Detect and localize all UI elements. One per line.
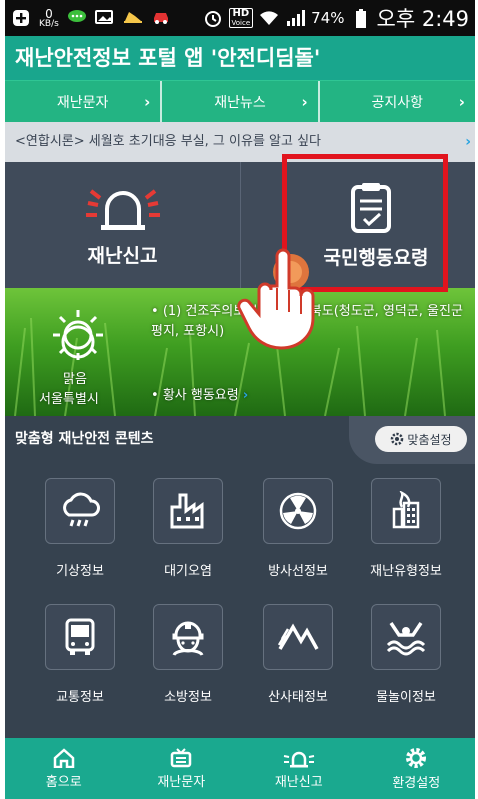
air-pollution-item[interactable]: 대기오염	[133, 478, 243, 579]
tab-label: 공지사항	[371, 94, 424, 111]
nav-label: 환경설정	[392, 775, 441, 791]
voice-label: Voice	[231, 19, 251, 27]
item-label: 교통정보	[56, 690, 104, 705]
status-bar: 0 KB/s HD Voice 74% 오후 2:49	[5, 0, 475, 36]
tab-disaster-messages[interactable]: 재난문자 ›	[5, 81, 163, 122]
tv-icon	[171, 747, 192, 767]
tab-label: 재난문자	[56, 94, 109, 111]
custom-setting-label: 맞춤설정	[407, 432, 452, 447]
chevron-right-icon: ›	[242, 388, 249, 403]
tile	[263, 478, 333, 544]
chevron-right-icon: ›	[458, 92, 465, 111]
disaster-report-label: 재난신고	[87, 244, 158, 267]
phone-screen: 0 KB/s HD Voice 74% 오후 2:49 재난안전정보 포털 앱 …	[5, 0, 475, 799]
siren-icon	[85, 188, 160, 230]
plus-icon	[11, 9, 31, 27]
chevron-right-icon: ›	[465, 134, 471, 150]
tile	[263, 604, 333, 670]
landslide-icon	[277, 623, 319, 650]
custom-setting-button[interactable]: 맞춤설정	[375, 426, 467, 452]
top-nav: 재난문자 › 재난뉴스 › 공지사항 ›	[5, 80, 475, 122]
item-label: 방사선정보	[268, 564, 328, 579]
chevron-right-icon: ›	[144, 92, 151, 111]
weather-condition: 맑음	[63, 372, 87, 387]
item-label: 대기오염	[164, 564, 212, 579]
ticker-text: <연합시론> 세월호 초기대응 부실, 그 이유를 알고 싶다	[15, 134, 322, 149]
speed-value: 0	[45, 6, 53, 21]
chevron-right-icon: ›	[301, 92, 308, 111]
bottom-nav: 홈으로 재난문자 재난신고 환경설정	[5, 738, 475, 799]
alarm-icon	[203, 9, 223, 27]
gallery-icon	[94, 9, 115, 27]
disaster-report-button[interactable]: 재난신고	[5, 162, 240, 288]
sun-icon	[53, 310, 103, 360]
tab-disaster-news[interactable]: 재난뉴스 ›	[162, 81, 320, 122]
tab-label: 재난뉴스	[214, 94, 266, 111]
clock: 오후 2:49	[376, 7, 469, 31]
nav-home[interactable]: 홈으로	[5, 738, 123, 799]
custom-contents-title: 맞춤형 재난안전 콘텐츠	[15, 431, 154, 447]
weather-city: 서울특별시	[39, 392, 99, 407]
chat-icon	[67, 9, 87, 27]
home-icon	[53, 747, 74, 768]
hat-icon	[123, 9, 143, 27]
battery-percent: 74%	[311, 9, 345, 27]
nav-label: 재난신고	[274, 774, 323, 790]
item-label: 소방정보	[164, 690, 212, 705]
tile	[45, 478, 115, 544]
item-label: 산사태정보	[268, 690, 328, 705]
app-title: 재난안전정보 포털 앱 '안전디딤돌'	[5, 36, 475, 80]
speed-unit: KB/s	[39, 18, 59, 29]
signal-icon	[285, 9, 306, 27]
fire-info-item[interactable]: 소방정보	[133, 604, 243, 705]
tile	[45, 604, 115, 670]
tap-hand-icon	[237, 248, 315, 350]
factory-icon	[170, 493, 204, 529]
custom-contents: 맞춤형 재난안전 콘텐츠 맞춤설정 기상정보 대기오염 방사선정보 재난유형정보…	[5, 416, 475, 738]
tile	[371, 604, 441, 670]
bus-icon	[65, 618, 95, 655]
dust-guide-link[interactable]: • 황사 행동요령 ›	[151, 384, 248, 403]
bullet: •	[151, 304, 159, 319]
radiation-icon	[279, 492, 317, 530]
weather-info-item[interactable]: 기상정보	[25, 478, 135, 579]
radiation-info-item[interactable]: 방사선정보	[243, 478, 353, 579]
gear-icon	[406, 747, 427, 768]
nav-disaster-messages[interactable]: 재난문자	[123, 738, 241, 799]
tile	[153, 604, 223, 670]
item-label: 물놀이정보	[376, 690, 436, 705]
weather-icon	[63, 492, 100, 527]
tile	[371, 478, 441, 544]
network-speed: 0 KB/s	[39, 8, 59, 29]
water-play-item[interactable]: 물놀이정보	[351, 604, 461, 705]
traffic-info-item[interactable]: 교통정보	[25, 604, 135, 705]
battery-icon	[351, 9, 371, 28]
hd-voice-badge: HD Voice	[228, 8, 254, 28]
bullet: •	[151, 388, 159, 403]
wifi-icon	[259, 9, 279, 27]
disaster-type-item[interactable]: 재난유형정보	[351, 478, 461, 579]
dust-guide-text: 황사 행동요령	[162, 388, 239, 403]
gear-icon	[391, 432, 404, 446]
landslide-info-item[interactable]: 산사태정보	[243, 604, 353, 705]
firefighter-icon	[172, 621, 204, 656]
item-label: 기상정보	[56, 564, 104, 579]
car-icon	[151, 9, 171, 27]
item-label: 재난유형정보	[370, 564, 442, 579]
siren-icon	[283, 751, 314, 767]
nav-disaster-report[interactable]: 재난신고	[240, 738, 358, 799]
nav-settings[interactable]: 환경설정	[358, 738, 476, 799]
swimming-icon	[386, 622, 426, 656]
nav-label: 재난문자	[157, 774, 206, 790]
tile	[153, 478, 223, 544]
fire-building-icon	[392, 491, 420, 529]
nav-label: 홈으로	[45, 774, 82, 790]
hd-label: HD	[232, 8, 250, 19]
tab-notices[interactable]: 공지사항 ›	[320, 81, 475, 122]
